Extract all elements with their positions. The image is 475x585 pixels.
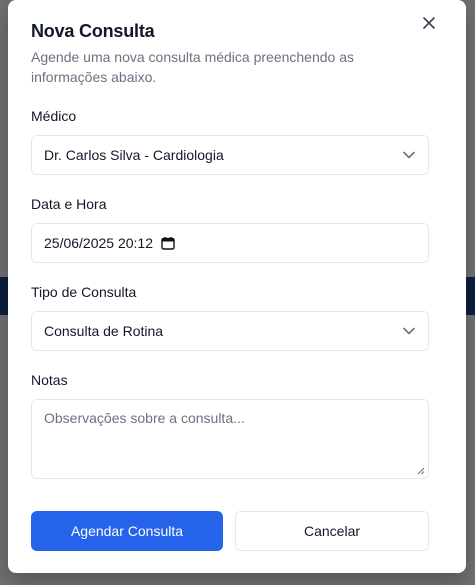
schedule-appointment-button[interactable]: Agendar Consulta — [31, 511, 223, 551]
chevron-down-icon — [402, 148, 416, 162]
appointment-type-label: Tipo de Consulta — [31, 284, 137, 300]
calendar-icon[interactable] — [161, 235, 177, 251]
dialog-subtitle: Agende uma nova consulta médica preenche… — [31, 49, 354, 85]
datetime-label: Data e Hora — [31, 196, 107, 212]
notes-label: Notas — [31, 372, 68, 388]
dialog-title: Nova Consulta — [31, 21, 155, 41]
appointment-type-select[interactable]: Consulta de Rotina — [31, 311, 429, 351]
notes-placeholder: Observações sobre a consulta... — [44, 410, 245, 426]
new-appointment-dialog: Nova Consulta Agende uma nova consulta m… — [8, 0, 466, 573]
notes-textarea[interactable]: Observações sobre a consulta... — [31, 399, 429, 479]
doctor-select-value: Dr. Carlos Silva - Cardiologia — [44, 147, 224, 163]
datetime-input[interactable]: 25/06/2025 20:12 — [31, 223, 429, 263]
close-icon — [423, 17, 435, 29]
cancel-button[interactable]: Cancelar — [235, 511, 429, 551]
datetime-input-value: 25/06/2025 20:12 — [44, 235, 153, 251]
doctor-select[interactable]: Dr. Carlos Silva - Cardiologia — [31, 135, 429, 175]
doctor-label: Médico — [31, 108, 77, 124]
resize-handle-icon[interactable] — [417, 467, 425, 475]
chevron-down-icon — [402, 324, 416, 338]
appointment-type-value: Consulta de Rotina — [44, 323, 164, 339]
close-button[interactable] — [420, 14, 438, 32]
